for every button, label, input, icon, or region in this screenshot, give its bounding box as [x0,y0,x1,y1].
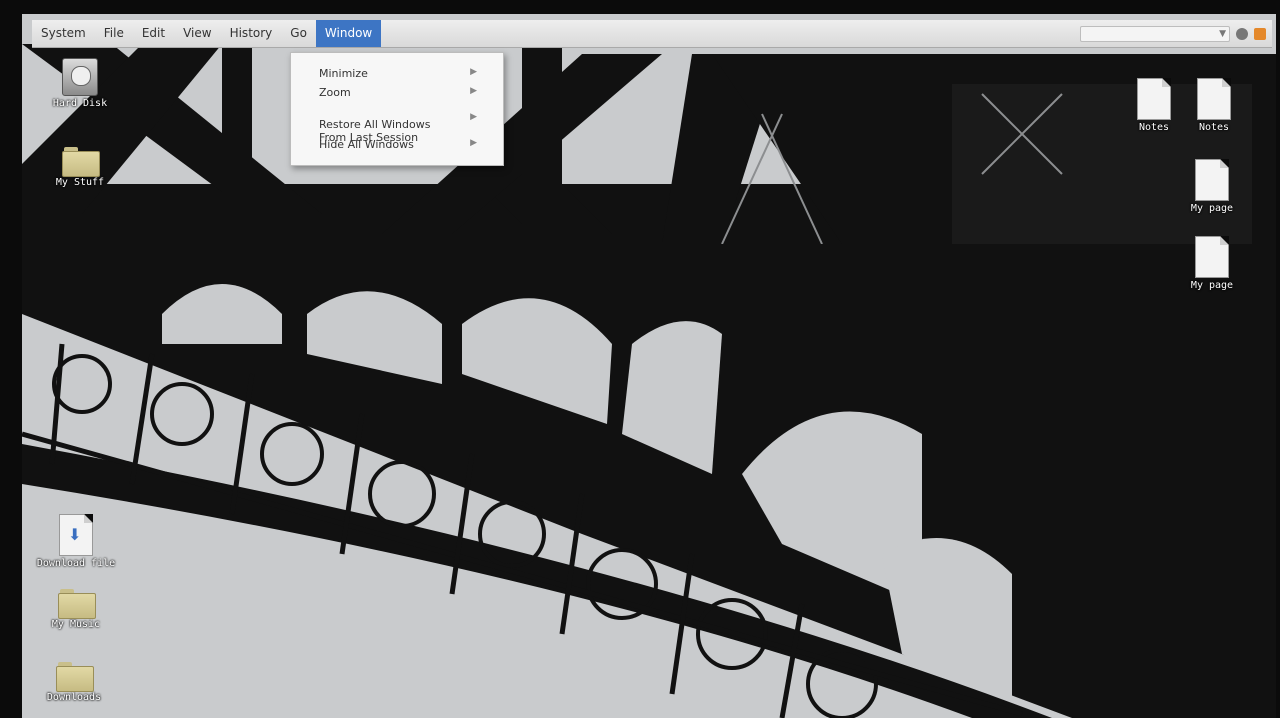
menu-edit[interactable]: Edit [133,20,174,47]
desktop-icon-download-file[interactable]: ⬇ Download file [36,514,116,569]
desktop-icon-my-page-2[interactable]: My page [1172,236,1252,291]
icon-label: My page [1190,280,1234,291]
music-folder-icon [58,589,96,619]
menu-file[interactable]: File [95,20,133,47]
desktop-icon-downloads[interactable]: Downloads [34,662,114,703]
menu-go[interactable]: Go [281,20,316,47]
document-icon [1195,236,1229,278]
document-icon [1195,159,1229,201]
folder-icon [62,147,100,177]
submenu-arrow-icon: ▶ [470,138,477,148]
icon-label: My page [1190,203,1234,214]
desktop-icon-hard-disk[interactable]: Hard Disk [40,58,120,109]
menu-item-zoom[interactable]: Zoom ▶ [319,86,493,99]
icon-label: My Stuff [55,177,105,188]
window-menu-dropdown: Minimize ▶ Zoom ▶ Restore All Windows Fr… [290,52,504,166]
menu-item-label: Zoom [319,86,351,99]
search-dropdown[interactable]: ▼ [1080,25,1230,42]
desktop-icon-my-stuff[interactable]: My Stuff [40,147,120,188]
desktop-screen: System File Edit View History Go Window … [22,14,1276,718]
hard-disk-icon [62,58,98,96]
menu-system[interactable]: System [32,20,95,47]
downloads-folder-icon [56,662,94,692]
menubar-tray: ▼ [1080,25,1272,42]
menu-view[interactable]: View [174,20,220,47]
icon-label: Downloads [46,692,102,703]
menu-bar: System File Edit View History Go Window … [32,20,1272,48]
submenu-arrow-icon: ▶ [470,67,477,77]
eiffel-tower-wallpaper [22,14,1276,718]
menu-item-minimize[interactable]: Minimize ▶ [319,67,493,80]
desktop-icon-my-music[interactable]: My Music [36,589,116,630]
icon-label: My Music [51,619,101,630]
menu-item-label: Minimize [319,67,368,80]
icon-label: Download file [36,558,116,569]
download-document-icon: ⬇ [59,514,93,556]
menu-window[interactable]: Window [315,20,382,47]
icon-label: Notes [1198,122,1230,133]
menu-history[interactable]: History [221,20,282,47]
submenu-arrow-icon: ▶ [470,86,477,96]
icon-label: Hard Disk [52,98,108,109]
help-icon[interactable] [1236,27,1248,40]
desktop-icon-notes-2[interactable]: Notes [1174,78,1254,133]
desktop-icon-my-page[interactable]: My page [1172,159,1252,214]
document-icon [1137,78,1171,120]
menu-item-label: Hide All Windows [319,138,414,151]
document-icon [1197,78,1231,120]
chevron-down-icon: ▼ [1219,28,1226,39]
notification-icon[interactable] [1254,27,1266,40]
submenu-arrow-icon: ▶ [470,112,477,122]
menu-item-hide-all-windows[interactable]: Hide All Windows ▶ [319,138,493,151]
